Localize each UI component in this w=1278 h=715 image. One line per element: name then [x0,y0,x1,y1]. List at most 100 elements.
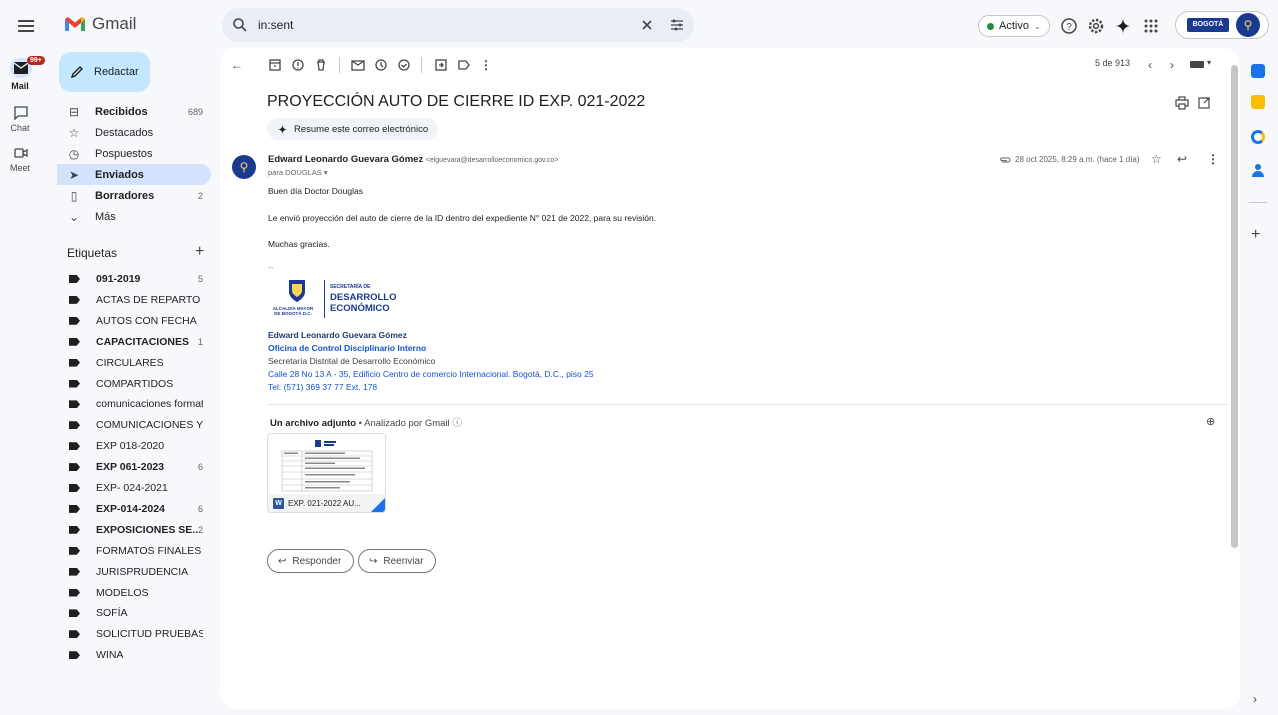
nav-sent[interactable]: ➤ Enviados [57,164,211,185]
star-icon[interactable]: ☆ [1151,152,1162,166]
add-label-icon[interactable]: + [195,243,204,261]
more-vert-icon[interactable]: ⋮ [480,58,494,72]
label-item[interactable]: WINA [57,645,211,665]
label-tag-icon [69,316,80,325]
rail-mail-label[interactable]: Mail [4,81,36,91]
nav-label: Borradores [95,189,155,202]
scrollbar[interactable] [1231,65,1238,548]
label-item[interactable]: FORMATOS FINALES PR... [57,541,211,561]
send-icon: ➤ [68,167,80,182]
show-side-panel-chevron-icon[interactable]: › [1253,692,1257,706]
label-name: SOLICITUD PRUEBAS [96,628,203,641]
label-name: EXP 018-2020 [96,440,165,453]
recipient-dropdown[interactable]: para DOUGLAS ▾ [268,168,328,177]
next-page-icon[interactable]: › [1170,58,1184,72]
rail-chat-label[interactable]: Chat [4,123,36,133]
keyboard-input-icon[interactable] [1190,61,1204,68]
meet-icon[interactable] [14,146,28,160]
sender-email: <elguevara@desarrolloeconomico.gov.co> [425,157,559,164]
print-icon[interactable] [1175,96,1189,110]
search-bar[interactable]: in:sent [222,8,694,42]
label-item[interactable]: EXP-014-2024 6 [57,499,211,519]
nav-count: 2 [197,190,203,201]
main-menu-icon[interactable] [14,14,38,38]
archive-icon[interactable] [268,58,282,72]
chat-icon[interactable] [14,106,28,120]
keep-icon[interactable] [1251,95,1265,109]
toolbar-divider [421,57,422,73]
compose-button[interactable]: Redactar [59,52,150,92]
account-avatar[interactable]: ⚲ [1236,13,1260,37]
label-item[interactable]: EXP- 024-2021 [57,478,211,498]
label-item[interactable]: EXPOSICIONES SE... 2 [57,520,211,540]
attachment-card[interactable]: W EXP. 021-2022 AU... [267,433,386,513]
nav-inbox[interactable]: ⊟ Recibidos 689 [57,101,211,122]
forward-arrow-icon: ↪ [369,555,378,567]
label-name: CAPACITACIONES [96,335,189,348]
label-item[interactable]: SOLICITUD PRUEBAS [57,624,211,644]
reply-arrow-icon[interactable]: ↩ [1177,152,1187,166]
gmail-logo[interactable]: Gmail [64,14,136,34]
more-vert-icon[interactable]: ⋮ [1207,152,1219,166]
search-input[interactable]: in:sent [258,18,640,32]
label-item[interactable]: COMPARTIDOS [57,374,211,394]
sender-avatar[interactable]: ⚲ [232,155,256,179]
apps-grid-icon[interactable] [1142,17,1160,35]
label-item[interactable]: 091-2019 5 [57,269,211,289]
draft-icon: ▯ [70,188,78,203]
snooze-clock-icon[interactable] [374,58,388,72]
add-to-drive-icon[interactable]: ⊕ [1206,415,1215,428]
label-tag-icon [69,295,80,304]
prev-page-icon[interactable]: ‹ [1148,58,1162,72]
label-item[interactable]: EXP 061-2023 6 [57,457,211,477]
nav-more[interactable]: ⌄ Más [57,206,211,227]
back-arrow-icon[interactable]: ← [231,58,245,72]
mail-rail-icon[interactable] [13,61,29,75]
nav-snoozed[interactable]: ◷ Pospuestos [57,143,211,164]
add-task-icon[interactable] [397,58,411,72]
settings-gear-icon[interactable] [1087,17,1105,35]
star-icon: ☆ [68,125,80,140]
label-item[interactable]: SOFÍA [57,603,211,623]
gemini-sparkle-icon[interactable] [1114,17,1132,35]
label-item[interactable]: MODELOS [57,583,211,603]
nav-starred[interactable]: ☆ Destacados [57,122,211,143]
get-addons-plus-icon[interactable]: + [1251,226,1260,244]
search-options-icon[interactable] [670,18,684,32]
label-item[interactable]: CAPACITACIONES 1 [57,332,211,352]
contacts-icon[interactable] [1251,163,1265,177]
bogota-shield-icon [289,280,305,302]
label-item[interactable]: CIRCULARES [57,353,211,373]
label-tag-icon[interactable] [457,58,471,72]
info-icon[interactable]: ⓘ [452,418,462,429]
search-icon[interactable] [232,17,248,33]
signature-address[interactable]: Calle 28 No 13 A - 35, Edificio Centro d… [268,369,594,379]
attachments-count: Un archivo adjunto [270,418,357,429]
label-name: MODELOS [96,586,149,599]
delete-trash-icon[interactable] [314,58,328,72]
mark-unread-icon[interactable] [351,58,365,72]
label-item[interactable]: JURISPRUDENCIA [57,562,211,582]
rail-meet-label[interactable]: Meet [4,163,36,173]
reply-button[interactable]: ↩ Responder [267,549,355,573]
label-item[interactable]: comunicaciones formato... [57,394,211,414]
label-item[interactable]: EXP 018-2020 [57,436,211,456]
tasks-icon[interactable] [1251,130,1265,144]
label-name: ACTAS DE REPARTO [96,293,201,306]
status-dropdown[interactable]: Activo ⌄ [978,15,1050,37]
label-item[interactable]: COMUNICACIONES Y/O ... [57,415,211,435]
clear-search-icon[interactable] [640,18,654,32]
chevron-down-icon[interactable]: ▾ [1207,58,1211,67]
label-item[interactable]: AUTOS CON FECHA [57,311,211,331]
label-item[interactable]: ACTAS DE REPARTO [57,290,211,310]
report-spam-icon[interactable] [291,58,305,72]
forward-button[interactable]: ↪ Reenviar [358,549,437,573]
calendar-icon[interactable] [1251,64,1265,78]
help-icon[interactable]: ? [1060,17,1078,35]
move-to-icon[interactable] [434,58,448,72]
summarize-button[interactable]: Resume este correo electrónico [267,118,439,140]
open-new-window-icon[interactable] [1197,96,1211,110]
sender-name[interactable]: Edward Leonardo Guevara Gómez [268,154,423,165]
signature-phone[interactable]: Tel: (571) 369 37 77 Ext. 178 [268,382,377,392]
nav-drafts[interactable]: ▯ Borradores 2 [57,185,211,206]
